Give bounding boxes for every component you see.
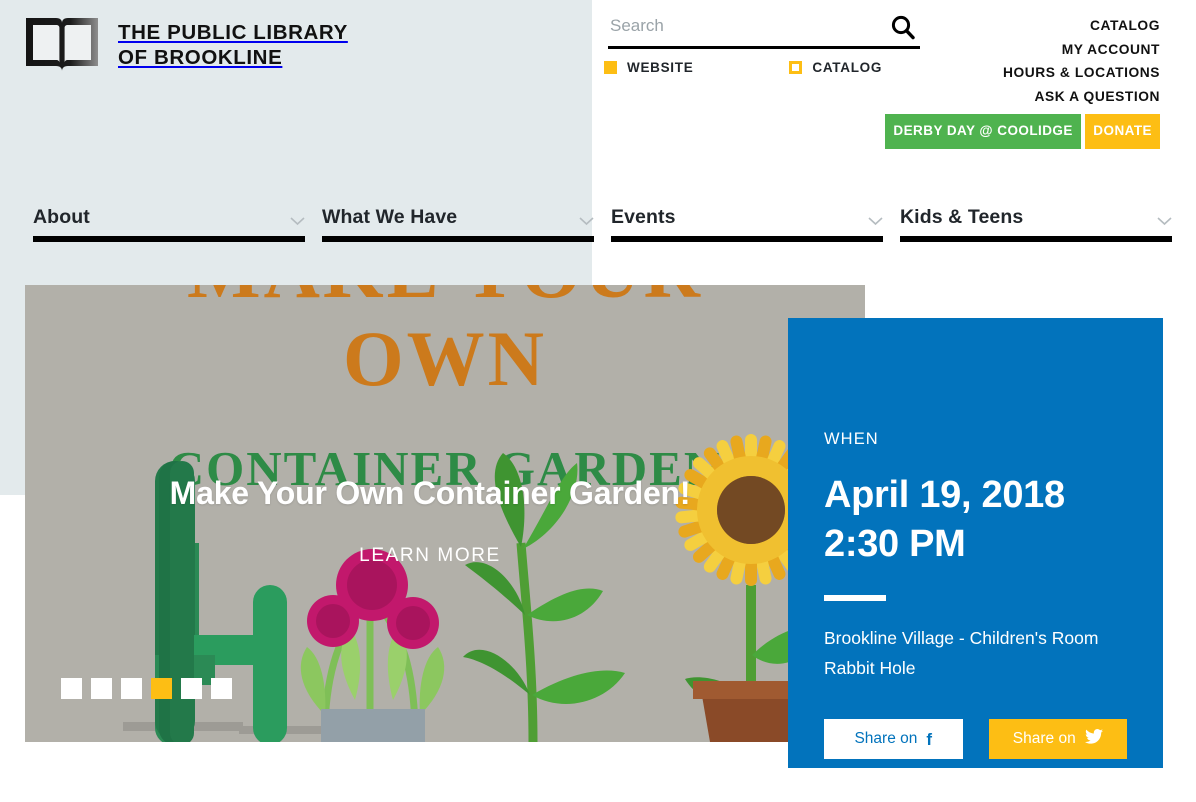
hero-poster-image: MAKE YOUR OWN CONTAINER GARDEN <box>25 285 865 742</box>
nav-item-events-label: Events <box>611 206 676 228</box>
carousel-dot[interactable] <box>91 678 112 699</box>
carousel-dot-active[interactable] <box>151 678 172 699</box>
donate-button[interactable]: DONATE <box>1085 114 1160 149</box>
utility-link-hours-locations[interactable]: HOURS & LOCATIONS <box>885 61 1160 85</box>
promo-button-derby-day[interactable]: DERBY DAY @ COOLIDGE <box>885 114 1081 149</box>
carousel-dot[interactable] <box>61 678 82 699</box>
chevron-down-icon[interactable] <box>868 213 883 226</box>
search-input[interactable] <box>608 14 858 40</box>
search-scope-website[interactable]: WEBSITE <box>604 60 693 75</box>
chevron-down-icon[interactable] <box>579 213 594 226</box>
event-date: April 19, 2018 <box>824 474 1065 516</box>
nav-underline <box>322 236 594 242</box>
search-row <box>608 14 920 49</box>
utility-link-ask-a-question[interactable]: ASK A QUESTION <box>885 85 1160 109</box>
hero-title: Make Your Own Container Garden! <box>169 475 691 511</box>
open-book-icon <box>24 14 100 76</box>
share-buttons: Share on f Share on <box>824 719 1127 759</box>
event-when-label: WHEN <box>824 430 879 448</box>
event-location-line-2: Rabbit Hole <box>824 658 916 678</box>
page-root: THE PUBLIC LIBRARY OF BROOKLINE WEBSITE … <box>0 0 1196 802</box>
nav-item-what-we-have[interactable]: What We Have <box>322 205 594 255</box>
share-facebook-button[interactable]: Share on f <box>824 719 963 759</box>
site-logo[interactable]: THE PUBLIC LIBRARY OF BROOKLINE <box>24 14 348 76</box>
facebook-icon: f <box>926 729 933 749</box>
search-scope-catalog[interactable]: CATALOG <box>789 60 882 75</box>
share-twitter-button[interactable]: Share on <box>988 719 1127 759</box>
site-title: THE PUBLIC LIBRARY OF BROOKLINE <box>118 21 348 69</box>
search-scope-website-label: WEBSITE <box>627 60 694 75</box>
nav-underline <box>611 236 883 242</box>
twitter-icon <box>1084 729 1103 749</box>
nav-item-events[interactable]: Events <box>611 205 883 255</box>
utility-nav: CATALOG MY ACCOUNT HOURS & LOCATIONS ASK… <box>885 14 1160 149</box>
search-area <box>608 14 920 49</box>
nav-item-about[interactable]: About <box>33 205 305 255</box>
divider <box>824 595 886 601</box>
hero-carousel[interactable]: MAKE YOUR OWN CONTAINER GARDEN <box>25 285 865 742</box>
carousel-dot[interactable] <box>121 678 142 699</box>
svg-text:OWN: OWN <box>343 315 547 402</box>
nav-item-what-we-have-label: What We Have <box>322 206 458 228</box>
event-time: 2:30 PM <box>824 523 966 565</box>
svg-text:MAKE YOUR: MAKE YOUR <box>187 285 703 314</box>
nav-item-kids-teens[interactable]: Kids & Teens <box>900 205 1172 255</box>
event-details-panel: WHEN April 19, 2018 2:30 PM Brookline Vi… <box>788 318 1163 768</box>
carousel-dot[interactable] <box>211 678 232 699</box>
share-facebook-label: Share on <box>854 730 918 747</box>
event-location-line-1: Brookline Village - Children's Room <box>824 628 1099 648</box>
carousel-dot[interactable] <box>181 678 202 699</box>
share-twitter-label: Share on <box>1012 730 1076 747</box>
utility-link-catalog[interactable]: CATALOG <box>885 14 1160 38</box>
nav-underline <box>900 236 1172 242</box>
chevron-down-icon[interactable] <box>1157 213 1172 226</box>
search-scope-catalog-label: CATALOG <box>812 60 883 75</box>
utility-link-my-account[interactable]: MY ACCOUNT <box>885 38 1160 62</box>
carousel-indicators <box>61 678 232 699</box>
chevron-down-icon[interactable] <box>290 213 305 226</box>
search-scope-options: WEBSITE CATALOG <box>604 60 882 75</box>
main-nav: About What We Have Events Kids & Teens <box>0 205 1196 285</box>
hero-learn-more-link[interactable]: LEARN MORE <box>80 545 780 567</box>
nav-underline <box>33 236 305 242</box>
nav-item-kids-teens-label: Kids & Teens <box>900 206 1024 228</box>
radio-catalog-icon[interactable] <box>789 61 803 74</box>
radio-website-icon[interactable] <box>604 61 617 74</box>
nav-item-about-label: About <box>33 206 90 228</box>
